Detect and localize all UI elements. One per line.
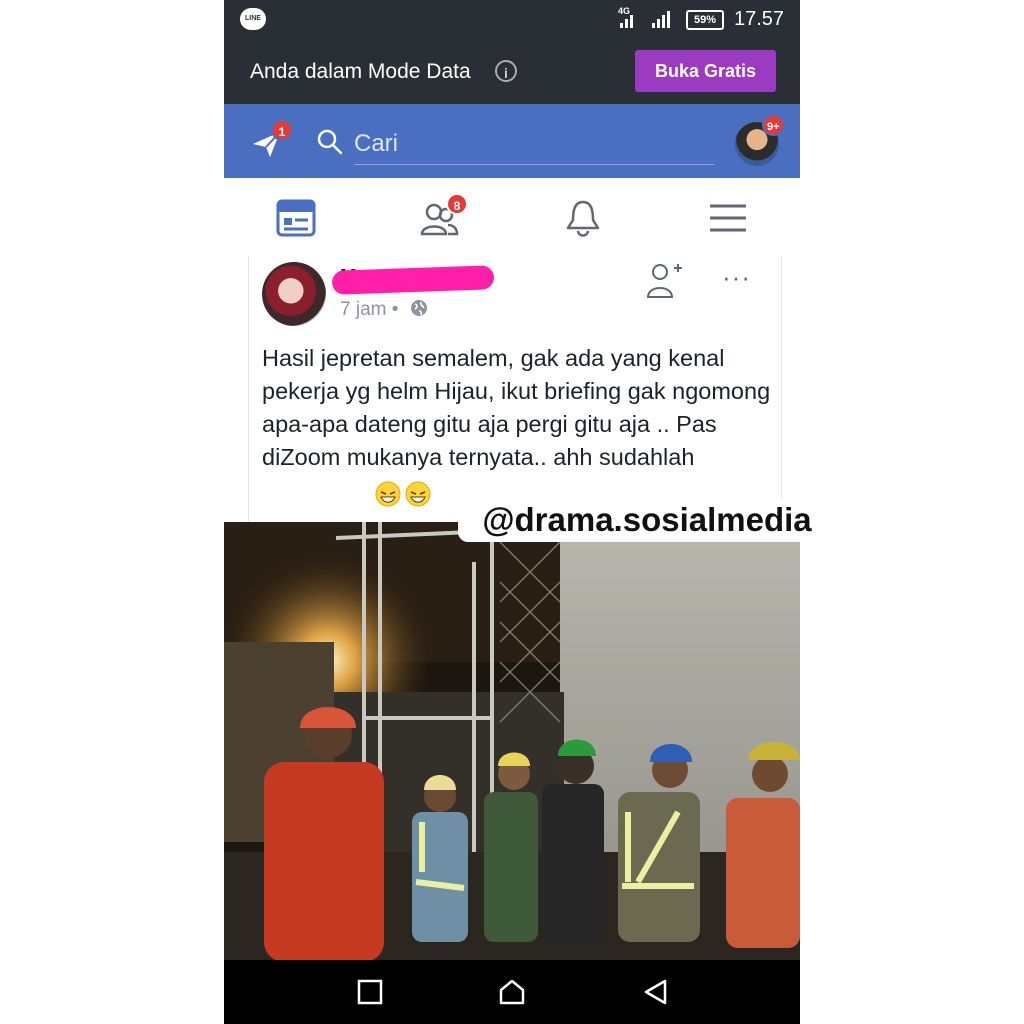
- info-icon[interactable]: i: [495, 60, 517, 82]
- menu-icon[interactable]: [706, 196, 750, 240]
- bell-icon[interactable]: [561, 196, 605, 240]
- back-icon[interactable]: [642, 978, 670, 1006]
- battery-indicator: 59%: [686, 10, 724, 30]
- search-icon: [317, 129, 343, 155]
- add-friend-icon[interactable]: [644, 260, 684, 300]
- profile-badge: 9+: [762, 114, 785, 136]
- home-icon[interactable]: [498, 978, 526, 1006]
- signal-icon: [652, 10, 670, 28]
- laughing-emoji-icon: [375, 481, 431, 507]
- post-author-avatar[interactable]: [262, 262, 326, 326]
- data-mode-text: Anda dalam Mode Data: [250, 60, 471, 83]
- globe-icon: [411, 300, 427, 316]
- post-photo[interactable]: [224, 522, 800, 960]
- more-options-icon[interactable]: ···: [722, 264, 751, 290]
- facebook-header: 1 9+: [224, 104, 800, 178]
- recent-apps-icon[interactable]: [356, 978, 384, 1006]
- tab-bar: 8: [224, 178, 800, 257]
- buka-gratis-button[interactable]: Buka Gratis: [635, 50, 776, 92]
- search-input[interactable]: [354, 124, 714, 165]
- friend-requests-badge: 8: [446, 193, 468, 215]
- android-nav-bar: [224, 960, 800, 1024]
- clock: 17.57: [734, 8, 785, 30]
- post: M 7 jam • ··· Hasil jepretan semalem, ga…: [224, 256, 800, 522]
- line-app-icon: LINE: [240, 8, 266, 30]
- post-text: Hasil jepretan semalem, gak ada yang ken…: [262, 345, 771, 470]
- post-timestamp[interactable]: 7 jam •: [340, 299, 398, 321]
- watermark-text: @drama.sosialmedia: [458, 498, 836, 542]
- data-mode-bar: Anda dalam Mode Data i Buka Gratis: [224, 38, 800, 104]
- messages-badge: 1: [271, 119, 293, 141]
- signal-icon: [620, 10, 633, 28]
- news-feed-icon[interactable]: [274, 196, 318, 240]
- status-bar: LINE 4G 59% 17.57: [224, 0, 800, 38]
